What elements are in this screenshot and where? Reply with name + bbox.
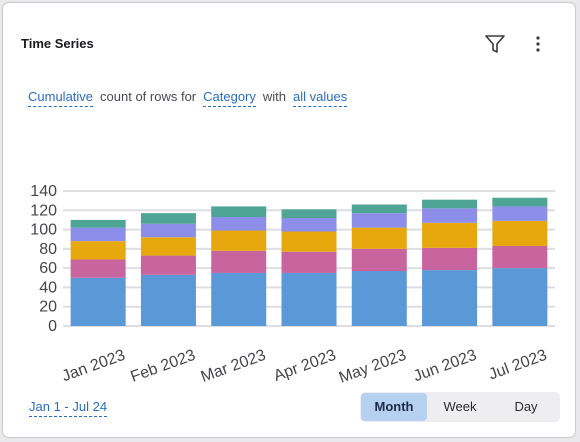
bar-segment: [492, 245, 548, 269]
x-tick-label: Jul 2023: [487, 347, 550, 383]
category-field-selector[interactable]: Category: [203, 89, 256, 107]
bar-segment: [492, 268, 548, 326]
bar-segment: [281, 251, 337, 273]
bar-segment: [70, 227, 126, 242]
x-tick-label: Apr 2023: [272, 347, 339, 383]
granularity-toggle: Month Week Day: [360, 392, 560, 422]
bar-segment: [70, 241, 126, 260]
y-tick-label: 40: [39, 279, 57, 296]
bar-segment: [140, 213, 196, 224]
values-filter-selector[interactable]: all values: [293, 89, 348, 107]
bar-segment: [351, 204, 407, 214]
aggregation-mode-selector[interactable]: Cumulative: [28, 89, 94, 107]
bar-segment: [140, 237, 196, 256]
query-text-with: with: [262, 89, 287, 104]
granularity-week-button[interactable]: Week: [427, 393, 493, 421]
y-tick-label: 120: [30, 202, 57, 219]
x-tick-label: Jun 2023: [411, 347, 479, 383]
y-tick-label: 80: [39, 241, 57, 258]
granularity-day-button[interactable]: Day: [493, 393, 559, 421]
bar-segment: [211, 230, 267, 251]
bar-segment: [211, 250, 267, 273]
date-range-selector[interactable]: Jan 1 - Jul 24: [29, 399, 108, 417]
bar-segment: [351, 213, 407, 228]
y-tick-label: 20: [39, 299, 57, 316]
bar-segment: [422, 222, 478, 248]
bar-segment: [281, 231, 337, 252]
bar-segment: [351, 227, 407, 249]
y-tick-label: 140: [30, 183, 57, 200]
bar-segment: [351, 248, 407, 272]
bar-segment: [211, 206, 267, 218]
bar-segment: [211, 217, 267, 231]
x-tick-label: Mar 2023: [199, 347, 268, 383]
bar-segment: [492, 197, 548, 207]
bar-segment: [70, 219, 126, 228]
granularity-month-button[interactable]: Month: [361, 393, 427, 421]
bar-segment: [281, 272, 337, 326]
bar-segment: [281, 209, 337, 218]
bar-segment: [140, 274, 196, 326]
more-options-icon[interactable]: [528, 33, 548, 55]
bar-segment: [492, 220, 548, 246]
bar-segment: [211, 272, 267, 326]
y-tick-label: 100: [30, 222, 57, 239]
bar-segment: [422, 270, 478, 326]
bar-segment: [422, 199, 478, 209]
stacked-bar-chart: 0 20 40 60 80 100 120 140 Jan 2023 Feb 2023 Mar 20…: [30, 183, 555, 383]
bar-segment: [422, 208, 478, 223]
bar-segment: [281, 218, 337, 232]
filter-icon[interactable]: [484, 33, 506, 55]
y-tick-label: 0: [48, 318, 57, 335]
x-tick-label: May 2023: [337, 347, 409, 383]
y-tick-label: 60: [39, 260, 57, 277]
bar-segment: [492, 206, 548, 221]
query-text-count: count of rows for: [100, 89, 197, 104]
time-series-card: Time Series Cumulative count of rows for C…: [2, 2, 576, 438]
bar-segment: [422, 247, 478, 271]
query-sentence: Cumulative count of rows for Category with a…: [28, 89, 348, 107]
card-title: Time Series: [21, 36, 94, 51]
bar-segment: [140, 223, 196, 238]
x-tick-label: Feb 2023: [128, 347, 197, 383]
bar-segment: [70, 259, 126, 278]
x-tick-label: Jan 2023: [60, 347, 128, 383]
bar-segment: [140, 255, 196, 275]
bar-segment: [70, 277, 126, 326]
bar-segment: [351, 271, 407, 326]
